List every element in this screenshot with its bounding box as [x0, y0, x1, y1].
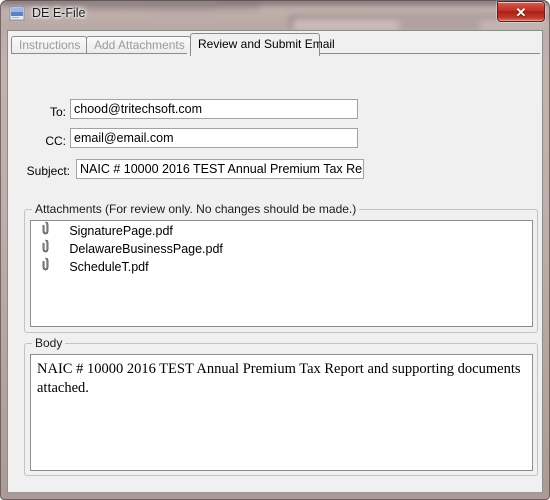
list-item[interactable]: DelawareBusinessPage.pdf [31, 239, 532, 257]
list-item[interactable]: SignaturePage.pdf [31, 221, 532, 239]
attachments-list[interactable]: SignaturePage.pdf DelawareBusinessPage.p… [30, 220, 533, 327]
attachments-group-label: Attachments (For review only. No changes… [32, 202, 360, 216]
application-window: DE E-File ✕ Instructions Add Attachments… [0, 0, 550, 500]
subject-label: Subject: [26, 164, 70, 178]
body-textarea[interactable]: NAIC # 10000 2016 TEST Annual Premium Ta… [30, 354, 533, 471]
window-title: DE E-File [32, 6, 86, 20]
close-button[interactable]: ✕ [497, 1, 545, 22]
cc-input[interactable]: email@email.com [70, 128, 358, 148]
tab-review-and-submit-email[interactable]: Review and Submit Email [190, 33, 335, 56]
client-area: Instructions Add Attachments Review and … [7, 30, 543, 493]
tab-strip: Instructions Add Attachments Review and … [11, 33, 540, 56]
body-text-content: NAIC # 10000 2016 TEST Annual Premium Ta… [37, 361, 521, 396]
paperclip-icon [37, 221, 53, 240]
paperclip-icon [37, 239, 53, 258]
list-item[interactable]: ScheduleT.pdf [31, 257, 532, 275]
to-label: To: [49, 105, 66, 119]
app-document-icon [9, 6, 26, 22]
attachments-group: Attachments (For review only. No changes… [24, 202, 538, 333]
body-group: Body NAIC # 10000 2016 TEST Annual Premi… [24, 336, 538, 476]
paperclip-icon [37, 257, 53, 276]
body-group-label: Body [32, 336, 66, 350]
title-bar[interactable]: DE E-File ✕ [0, 0, 550, 30]
subject-input[interactable]: NAIC # 10000 2016 TEST Annual Premium Ta… [76, 159, 364, 179]
attachment-name: SignaturePage.pdf [69, 223, 173, 238]
to-input[interactable]: chood@tritechsoft.com [70, 99, 358, 119]
attachment-name: ScheduleT.pdf [69, 259, 149, 274]
close-icon: ✕ [515, 5, 527, 20]
attachment-name: DelawareBusinessPage.pdf [69, 241, 223, 256]
cc-label: CC: [45, 134, 66, 148]
